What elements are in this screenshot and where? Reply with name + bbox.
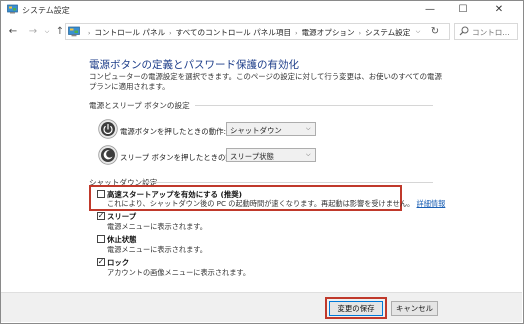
learn-more-link[interactable]: 詳細情報	[417, 199, 446, 208]
control-panel-icon	[68, 26, 80, 37]
hibernate-option-label: 休止状態	[107, 235, 137, 244]
sleep-button-action-label: スリープ ボタンを押したときの動作:	[120, 153, 243, 162]
save-changes-button[interactable]: 変更の保存	[329, 301, 383, 316]
breadcrumb-item-power-options[interactable]: 電源オプション	[301, 28, 354, 37]
chevron-right-icon: ›	[358, 30, 362, 37]
power-button-action-label: 電源ボタンを押したときの動作:	[120, 127, 226, 136]
power-buttons-section-label: 電源とスリープ ボタンの設定	[89, 101, 190, 110]
chevron-right-icon: ›	[88, 30, 91, 37]
search-placeholder: コントロ...	[472, 28, 510, 37]
breadcrumb-item-all-items[interactable]: すべてのコントロール パネル項目	[176, 28, 291, 37]
settings-window	[0, 0, 524, 324]
forward-button[interactable]: →	[26, 24, 40, 40]
control-panel-icon	[7, 4, 18, 14]
sleep-button-action-value: スリープ状態	[230, 152, 274, 161]
recent-locations-button[interactable]: ⌵	[40, 24, 54, 40]
sleep-option-label: スリープ	[107, 212, 137, 221]
maximize-button[interactable]: ☐	[448, 1, 478, 18]
breadcrumb-item-control-panel[interactable]: コントロール パネル	[94, 28, 165, 37]
close-button[interactable]: ✕	[484, 1, 514, 18]
page-description: コンピューターの電源設定を選択できます。このページの設定に対して行う変更は、お使…	[89, 72, 442, 91]
page-title: 電源ボタンの定義とパスワード保護の有効化	[89, 59, 299, 71]
footer-bar	[1, 292, 522, 322]
hibernate-option-description: 電源メニューに表示されます。	[107, 245, 207, 254]
checkmark-icon: ✓	[97, 257, 105, 266]
chevron-down-icon[interactable]: ⌵	[413, 26, 423, 37]
sleep-option-description: 電源メニューに表示されます。	[107, 222, 207, 231]
hibernate-checkbox[interactable]	[97, 235, 105, 243]
window-title: システム設定	[22, 6, 70, 15]
lock-option-description: アカウントの画像メニューに表示されます。	[107, 268, 251, 277]
minimize-button[interactable]: —	[415, 1, 445, 18]
fast-startup-checkbox[interactable]	[97, 190, 105, 198]
chevron-down-icon: ⌵	[306, 125, 311, 132]
power-button-icon	[98, 119, 118, 139]
chevron-right-icon: ›	[295, 30, 298, 37]
fast-startup-description: これにより、シャットダウン後の PC の起動時間が速くなります。再起動は影響を受…	[107, 199, 445, 209]
lock-option-label: ロック	[107, 258, 130, 267]
search-icon	[459, 26, 469, 36]
chevron-right-icon: ›	[169, 30, 172, 37]
cancel-button[interactable]: キャンセル	[391, 301, 438, 316]
checkmark-icon: ✓	[97, 211, 105, 220]
refresh-button[interactable]: ↻	[428, 24, 442, 39]
back-button[interactable]: ←	[6, 24, 20, 40]
breadcrumb-item-system-settings[interactable]: システム設定	[365, 28, 410, 37]
fast-startup-desc-text: これにより、シャットダウン後の PC の起動時間が速くなります。再起動は影響を受…	[107, 199, 415, 208]
breadcrumb: › コントロール パネル › すべてのコントロール パネル項目 › 電源オプション › システ…	[84, 27, 410, 38]
section-divider	[195, 105, 433, 106]
power-button-action-value: シャットダウン	[230, 126, 282, 135]
chevron-down-icon: ⌵	[306, 151, 311, 158]
section-divider	[144, 182, 433, 183]
sleep-button-icon	[98, 145, 118, 165]
